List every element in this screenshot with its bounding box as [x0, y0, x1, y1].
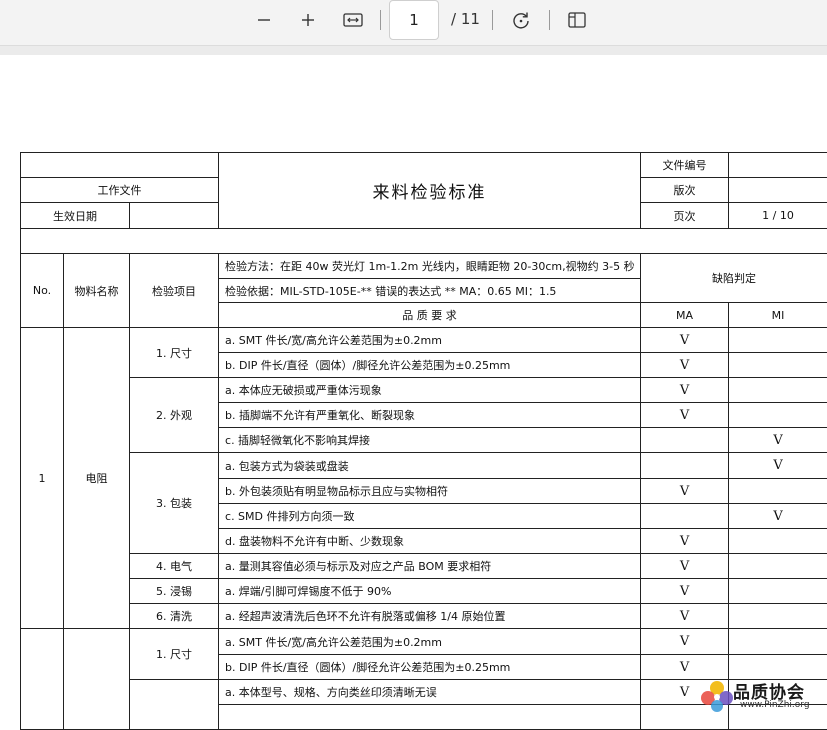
column-header-no: No. [21, 254, 64, 328]
material-name: 电阻 [64, 328, 130, 629]
requirement: c. 插脚轻微氧化不影响其焊接 [219, 428, 641, 453]
ma-mark: V [641, 604, 729, 629]
item-cleaning: 6. 清洗 [130, 604, 219, 629]
page-label: 页次 [641, 203, 729, 229]
defect-judgement-header: 缺陷判定 [641, 254, 827, 303]
plus-icon [300, 12, 316, 28]
item-appearance: 2. 外观 [130, 378, 219, 453]
mi-mark [729, 403, 827, 428]
requirement: a. 包装方式为袋装或盘装 [219, 453, 641, 479]
watermark-url: www.PinZhi.org [740, 700, 810, 710]
requirement: a. 量测其容值必须与标示及对应之产品 BOM 要求相符 [219, 554, 641, 579]
requirement: a. 本体应无破损或严重体污现象 [219, 378, 641, 403]
mi-mark [729, 604, 827, 629]
ma-mark: V [641, 479, 729, 504]
mi-mark [729, 529, 827, 554]
flower-logo-icon [700, 679, 734, 713]
requirement: d. 盘装物料不允许有中断、少数现象 [219, 529, 641, 554]
effective-date-value [130, 203, 219, 229]
page-view-icon [567, 11, 587, 29]
mi-mark [729, 629, 827, 655]
file-number-value [729, 153, 827, 178]
site-watermark: 品质协会 www.PinZhi.org [700, 676, 827, 717]
requirement: a. SMT 件长/宽/高允许公差范围为±0.2mm [219, 629, 641, 655]
column-header-ma: MA [641, 303, 729, 328]
requirement: b. DIP 件长/直径（圆体）/脚径允许公差范围为±0.25mm [219, 353, 641, 378]
column-header-item: 检验项目 [130, 254, 219, 328]
material-name-blank [64, 629, 130, 730]
ma-mark [641, 428, 729, 453]
mi-mark [729, 378, 827, 403]
ma-mark [641, 453, 729, 479]
requirement: a. 焊端/引脚可焊锡度不低于 90% [219, 579, 641, 604]
page-value: 1 / 10 [729, 203, 827, 229]
document-title: 来料检验标准 [219, 153, 641, 229]
ma-mark: V [641, 579, 729, 604]
toolbar-separator [549, 10, 550, 30]
ma-mark [641, 504, 729, 529]
requirement: c. SMD 件排列方向须一致 [219, 504, 641, 529]
ma-mark: V [641, 353, 729, 378]
zoom-in-button[interactable] [291, 6, 325, 34]
version-label: 版次 [641, 178, 729, 203]
row-number-blank [21, 629, 64, 730]
mi-mark [729, 579, 827, 604]
item-blank [130, 680, 219, 730]
requirement: a. 本体型号、规格、方向类丝印须清晰无误 [219, 680, 641, 705]
rotate-icon [511, 10, 531, 30]
mi-mark [729, 353, 827, 378]
ma-mark: V [641, 629, 729, 655]
item-size: 1. 尺寸 [130, 328, 219, 378]
mi-mark: V [729, 428, 827, 453]
page-number-input[interactable]: 1 [389, 0, 439, 40]
mi-mark [729, 328, 827, 353]
requirement: b. DIP 件长/直径（圆体）/脚径允许公差范围为±0.25mm [219, 655, 641, 680]
file-number-label: 文件编号 [641, 153, 729, 178]
requirement: a. SMT 件长/宽/高允许公差范围为±0.2mm [219, 328, 641, 353]
spacer-row [21, 229, 827, 254]
mi-mark: V [729, 504, 827, 529]
pdf-toolbar: 1 / 11 [0, 0, 827, 46]
version-value [729, 178, 827, 203]
requirement: b. 外包装须贴有明显物品标示且应与实物相符 [219, 479, 641, 504]
rotate-button[interactable] [504, 6, 538, 34]
work-file-label: 工作文件 [21, 178, 219, 203]
item-size: 1. 尺寸 [130, 629, 219, 680]
requirement: b. 插脚端不允许有严重氧化、断裂现象 [219, 403, 641, 428]
header-blank-cell [21, 153, 219, 178]
inspection-basis: 检验依据：MIL-STD-105E-** 错误的表达式 ** MA：0.65 M… [219, 279, 641, 303]
zoom-out-button[interactable] [247, 6, 281, 34]
quality-requirements-header: 品 质 要 求 [219, 303, 641, 328]
item-solder-dip: 5. 浸锡 [130, 579, 219, 604]
minus-icon [256, 12, 272, 28]
mi-mark: V [729, 453, 827, 479]
ma-mark: V [641, 403, 729, 428]
page-view-button[interactable] [560, 6, 594, 34]
fit-width-icon [343, 12, 363, 28]
viewer-gap [0, 46, 827, 55]
effective-date-label: 生效日期 [21, 203, 130, 229]
mi-mark [729, 554, 827, 579]
column-header-material: 物料名称 [64, 254, 130, 328]
ma-mark: V [641, 328, 729, 353]
ma-mark: V [641, 529, 729, 554]
ma-mark: V [641, 378, 729, 403]
mi-mark [729, 479, 827, 504]
row-number: 1 [21, 328, 64, 629]
item-packaging: 3. 包装 [130, 453, 219, 554]
page-total-label: / 11 [451, 10, 480, 28]
toolbar-separator [380, 10, 381, 30]
ma-mark: V [641, 554, 729, 579]
item-electrical: 4. 电气 [130, 554, 219, 579]
column-header-mi: MI [729, 303, 827, 328]
fit-width-button[interactable] [336, 6, 370, 34]
toolbar-separator [492, 10, 493, 30]
requirement-cut-off [219, 705, 641, 730]
requirement: a. 经超声波清洗后色环不允许有脱落或偏移 1/4 原始位置 [219, 604, 641, 629]
inspection-standard-table: 来料检验标准 文件编号 工作文件 版次 生效日期 页次 1 / 10 No. 物… [20, 152, 827, 730]
inspection-method: 检验方法：在距 40w 荧光灯 1m-1.2m 光线内，眼睛距物 20-30cm… [219, 254, 641, 279]
